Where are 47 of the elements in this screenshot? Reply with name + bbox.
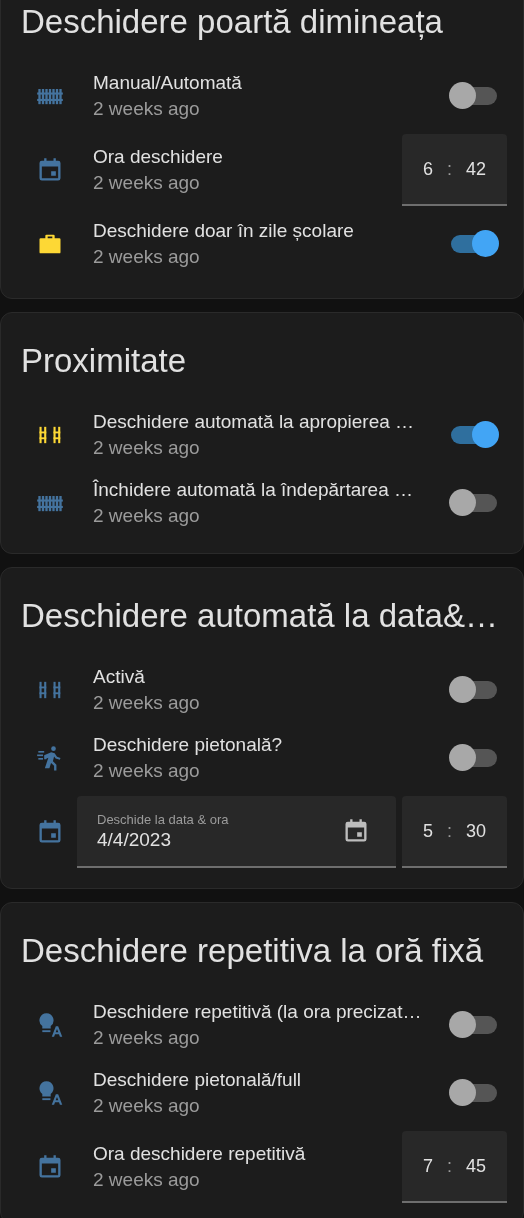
last-changed: 2 weeks ago bbox=[93, 246, 201, 268]
minute-value: 45 bbox=[466, 1155, 487, 1177]
entity-name: Ora deschidere bbox=[93, 146, 224, 168]
entity-name: Ora deschidere repetitivă bbox=[93, 1143, 307, 1165]
entity-name: Deschidere automată la apropierea … bbox=[93, 411, 416, 433]
last-changed: 2 weeks ago bbox=[93, 760, 201, 782]
entity-name: Manual/Automată bbox=[93, 72, 243, 94]
toggle-switch[interactable] bbox=[449, 421, 499, 449]
date-field[interactable]: Deschide la data & ora 4/4/2023 bbox=[77, 796, 396, 868]
toggle-switch[interactable] bbox=[449, 1011, 499, 1039]
minute-value: 42 bbox=[466, 158, 487, 180]
entity-name: Deschidere pietonală/full bbox=[93, 1069, 303, 1091]
card-title: Deschidere repetitiva la oră fixă bbox=[21, 931, 485, 971]
last-changed: 2 weeks ago bbox=[93, 1095, 201, 1117]
toggle-switch[interactable] bbox=[449, 744, 499, 772]
last-changed: 2 weeks ago bbox=[93, 172, 201, 194]
entity-name: Deschidere pietonală? bbox=[93, 734, 284, 756]
entity-name: Deschidere repetitivă (la ora precizat… bbox=[93, 1001, 423, 1023]
time-input[interactable]: 5 : 30 bbox=[402, 796, 507, 868]
card-title: Proximitate bbox=[21, 341, 188, 381]
last-changed: 2 weeks ago bbox=[93, 437, 201, 459]
toggle-switch[interactable] bbox=[449, 1079, 499, 1107]
time-separator: : bbox=[447, 1155, 452, 1177]
last-changed: 2 weeks ago bbox=[93, 1169, 201, 1191]
entity-name: Deschidere doar în zile școlare bbox=[93, 220, 355, 242]
last-changed: 2 weeks ago bbox=[93, 98, 201, 120]
last-changed: 2 weeks ago bbox=[93, 505, 201, 527]
last-changed: 2 weeks ago bbox=[93, 692, 201, 714]
hour-value: 6 bbox=[422, 158, 433, 180]
field-label: Deschide la data & ora bbox=[97, 811, 230, 827]
toggle-switch[interactable] bbox=[449, 489, 499, 517]
toggle-switch[interactable] bbox=[449, 82, 499, 110]
minute-value: 30 bbox=[466, 820, 487, 842]
toggle-switch[interactable] bbox=[449, 230, 499, 258]
time-separator: : bbox=[447, 820, 452, 842]
entity-name: Închidere automată la îndepărtarea … bbox=[93, 479, 415, 501]
time-separator: : bbox=[447, 158, 452, 180]
card-title: Deschidere automată la data&… bbox=[21, 596, 499, 636]
date-value: 4/4/2023 bbox=[97, 828, 172, 851]
card-title: Deschidere poartă dimineața bbox=[21, 2, 444, 42]
last-changed: 2 weeks ago bbox=[93, 1027, 201, 1049]
time-input[interactable]: 7 : 45 bbox=[402, 1131, 507, 1203]
toggle-switch[interactable] bbox=[449, 676, 499, 704]
hour-value: 5 bbox=[422, 820, 433, 842]
time-input[interactable]: 6 : 42 bbox=[402, 134, 507, 206]
entity-name: Activă bbox=[93, 666, 146, 688]
hour-value: 7 bbox=[422, 1155, 433, 1177]
